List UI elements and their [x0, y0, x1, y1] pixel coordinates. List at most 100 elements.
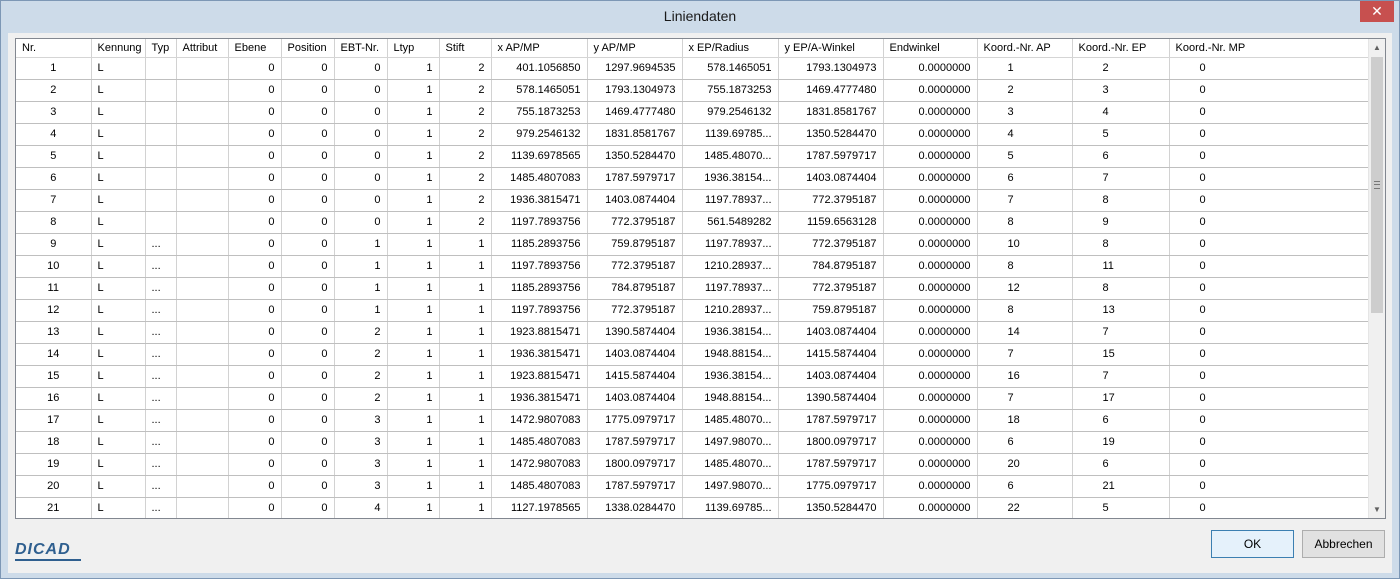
table-row[interactable]: 21 L... 0 0 4 1 1 1127.1978565 1338.0284470 1139.… [16, 497, 1369, 518]
table-cell[interactable]: 6 [977, 475, 1073, 498]
table-cell[interactable] [145, 211, 177, 234]
table-cell[interactable]: 0.0000000 [883, 321, 978, 344]
table-cell[interactable]: 1415.5874404 [587, 365, 683, 388]
table-cell[interactable]: 1 [439, 387, 492, 410]
table-cell[interactable]: ... [145, 365, 177, 388]
table-cell[interactable]: 0 [1169, 277, 1369, 300]
table-cell[interactable]: 15 [16, 365, 92, 388]
table-cell[interactable]: 3 [1072, 79, 1170, 102]
table-cell[interactable]: L [91, 343, 146, 366]
chevron-up-icon[interactable]: ▲ [1369, 39, 1385, 56]
table-cell[interactable]: 0 [228, 321, 282, 344]
table-cell[interactable]: 1485.48070... [682, 145, 779, 168]
table-cell[interactable]: 1787.5979717 [587, 167, 683, 190]
table-cell[interactable] [176, 497, 229, 518]
table-cell[interactable]: 1 [387, 123, 440, 146]
table-cell[interactable]: 2 [1072, 57, 1170, 80]
table-cell[interactable]: L [91, 211, 146, 234]
table-cell[interactable]: 1197.7893756 [491, 211, 588, 234]
table-cell[interactable]: 6 [1072, 453, 1170, 476]
table-cell[interactable]: 1 [387, 211, 440, 234]
table-cell[interactable]: 0 [334, 123, 388, 146]
table-cell[interactable]: 12 [977, 277, 1073, 300]
table-cell[interactable]: 1139.69785... [682, 497, 779, 518]
table-cell[interactable]: 1 [439, 343, 492, 366]
table-cell[interactable]: 15 [1072, 343, 1170, 366]
table-cell[interactable]: 0 [281, 79, 335, 102]
table-cell[interactable]: 1787.5979717 [778, 409, 884, 432]
table-cell[interactable]: 0.0000000 [883, 497, 978, 518]
table-cell[interactable]: 1 [387, 453, 440, 476]
table-cell[interactable]: 0 [1169, 255, 1369, 278]
table-cell[interactable]: 1 [439, 431, 492, 454]
table-cell[interactable]: 1127.1978565 [491, 497, 588, 518]
table-cell[interactable]: 1936.38154... [682, 365, 779, 388]
table-cell[interactable]: 7 [977, 189, 1073, 212]
column-header[interactable]: Attribut [176, 39, 229, 58]
table-cell[interactable]: 1485.48070... [682, 409, 779, 432]
table-cell[interactable]: 0 [281, 255, 335, 278]
table-cell[interactable]: 1 [387, 365, 440, 388]
table-cell[interactable]: ... [145, 431, 177, 454]
table-cell[interactable]: 7 [977, 343, 1073, 366]
table-cell[interactable]: 0.0000000 [883, 453, 978, 476]
table-cell[interactable] [176, 409, 229, 432]
table-cell[interactable]: 561.5489282 [682, 211, 779, 234]
table-cell[interactable]: 772.3795187 [587, 299, 683, 322]
column-header[interactable]: Ltyp [387, 39, 440, 58]
table-cell[interactable]: 1 [387, 79, 440, 102]
table-cell[interactable]: 759.8795187 [778, 299, 884, 322]
column-header[interactable]: Koord.-Nr. AP [977, 39, 1073, 58]
table-cell[interactable]: 772.3795187 [778, 189, 884, 212]
table-cell[interactable]: 8 [1072, 189, 1170, 212]
table-cell[interactable]: 0 [281, 453, 335, 476]
table-cell[interactable]: 13 [1072, 299, 1170, 322]
table-cell[interactable]: 0.0000000 [883, 387, 978, 410]
table-cell[interactable]: 8 [977, 299, 1073, 322]
table-cell[interactable] [145, 79, 177, 102]
table-cell[interactable]: 1936.38154... [682, 321, 779, 344]
table-cell[interactable]: 578.1465051 [682, 57, 779, 80]
table-cell[interactable]: 0 [1169, 387, 1369, 410]
table-cell[interactable] [176, 299, 229, 322]
table-cell[interactable]: 0.0000000 [883, 343, 978, 366]
cancel-button[interactable]: Abbrechen [1302, 530, 1385, 558]
table-cell[interactable]: 1 [439, 409, 492, 432]
table-cell[interactable]: 1923.8815471 [491, 321, 588, 344]
table-cell[interactable]: 5 [977, 145, 1073, 168]
table-row[interactable]: 4 L 0 0 0 1 2 979.2546132 1831.8581767 1139.69785… [16, 123, 1369, 146]
table-cell[interactable]: 6 [16, 167, 92, 190]
table-cell[interactable]: 0 [1169, 299, 1369, 322]
table-cell[interactable]: 1472.9807083 [491, 453, 588, 476]
table-cell[interactable]: 14 [977, 321, 1073, 344]
table-cell[interactable]: 1800.0979717 [587, 453, 683, 476]
table-cell[interactable]: 16 [977, 365, 1073, 388]
table-cell[interactable]: 1 [334, 255, 388, 278]
table-cell[interactable]: 0 [228, 233, 282, 256]
table-cell[interactable]: 0 [1169, 101, 1369, 124]
table-cell[interactable]: 1793.1304973 [778, 57, 884, 80]
table-row[interactable]: 14 L... 0 0 2 1 1 1936.3815471 1403.0874404 1948.… [16, 343, 1369, 366]
table-cell[interactable]: 0.0000000 [883, 123, 978, 146]
table-cell[interactable]: 22 [977, 497, 1073, 518]
column-header[interactable]: x AP/MP [491, 39, 588, 58]
table-cell[interactable]: 1415.5874404 [778, 343, 884, 366]
table-cell[interactable]: 4 [16, 123, 92, 146]
table-cell[interactable]: 755.1873253 [491, 101, 588, 124]
table-cell[interactable]: 0 [281, 233, 335, 256]
table-cell[interactable]: 20 [977, 453, 1073, 476]
table-cell[interactable]: 1 [334, 299, 388, 322]
table-cell[interactable]: 1 [439, 233, 492, 256]
table-row[interactable]: 10 L... 0 0 1 1 1 1197.7893756 772.3795187 1210.2… [16, 255, 1369, 278]
table-cell[interactable]: 2 [334, 387, 388, 410]
table-cell[interactable]: 1 [439, 277, 492, 300]
table-cell[interactable]: L [91, 497, 146, 518]
table-cell[interactable]: L [91, 255, 146, 278]
column-header[interactable]: y EP/A-Winkel [778, 39, 884, 58]
table-cell[interactable]: 1185.2893756 [491, 277, 588, 300]
table-cell[interactable]: 0 [1169, 123, 1369, 146]
table-cell[interactable]: 1350.5284470 [778, 497, 884, 518]
table-cell[interactable] [176, 57, 229, 80]
table-cell[interactable]: 0 [334, 189, 388, 212]
table-cell[interactable]: 0 [228, 167, 282, 190]
